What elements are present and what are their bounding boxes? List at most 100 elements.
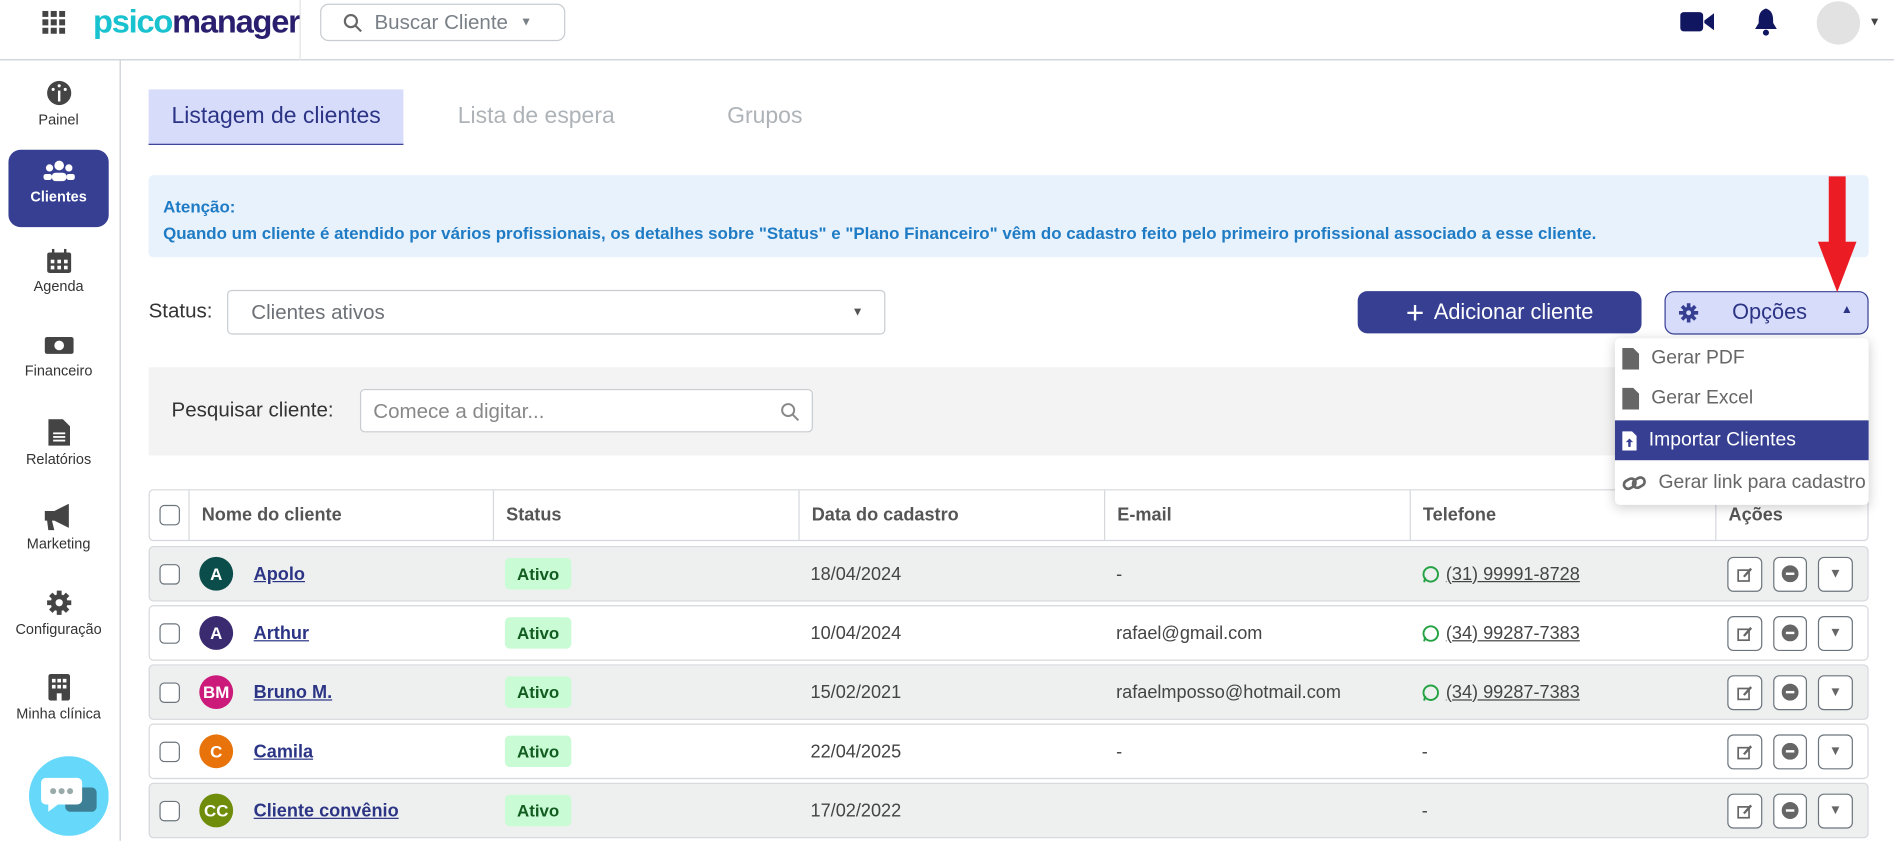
link-icon: [1622, 475, 1646, 490]
deactivate-button[interactable]: [1773, 792, 1808, 829]
table-row: CC Cliente convênio Ativo 17/02/2022 - ▼: [148, 782, 1869, 839]
sidebar-item-clientes[interactable]: Clientes: [8, 149, 109, 228]
header-nome[interactable]: Nome do cliente: [188, 490, 342, 540]
logo[interactable]: psicomanager: [93, 4, 301, 41]
phone: -: [1421, 741, 1428, 762]
registration-date: 15/02/2021: [810, 681, 902, 703]
search-icon: [781, 403, 800, 422]
client-avatar: BM: [199, 675, 234, 710]
buscar-cliente-search[interactable]: Buscar Cliente ▼: [320, 3, 566, 42]
whatsapp-icon[interactable]: [1422, 683, 1440, 701]
caret-down-icon: ▼: [1828, 684, 1842, 700]
edit-icon: [1737, 626, 1753, 641]
edit-button[interactable]: [1727, 792, 1763, 829]
client-avatar: C: [199, 734, 234, 769]
menu-item-importar-clientes[interactable]: Importar Clientes: [1614, 420, 1869, 461]
avatar[interactable]: [1816, 1, 1861, 45]
deactivate-button[interactable]: [1773, 733, 1808, 769]
search-client-input[interactable]: Comece a digitar...: [359, 388, 813, 433]
email: -: [1116, 563, 1123, 585]
sidebar-item-relatorios[interactable]: Relatórios: [8, 409, 108, 486]
tab-listagem-de-clientes[interactable]: Listagem de clientes: [148, 89, 404, 145]
options-button[interactable]: Opções ▲: [1664, 291, 1869, 335]
megaphone-icon: [44, 503, 69, 531]
tab-lista-de-espera[interactable]: Lista de espera: [435, 89, 638, 145]
header-data[interactable]: Data do cadastro: [798, 490, 959, 540]
apps-grid-icon[interactable]: [42, 10, 66, 34]
alert-message: Quando um cliente é atendido por vários …: [163, 223, 1597, 243]
deactivate-button[interactable]: [1773, 674, 1808, 710]
row-checkbox[interactable]: [159, 563, 180, 585]
chat-support-icon[interactable]: [28, 756, 109, 836]
dashboard-icon: [46, 80, 71, 106]
caret-down-icon: ▼: [1828, 744, 1842, 759]
phone[interactable]: (34) 99287-7383: [1446, 682, 1580, 703]
registration-date: 18/04/2024: [810, 563, 902, 585]
deactivate-button[interactable]: [1773, 615, 1808, 651]
sidebar-item-configuracao[interactable]: Configuração: [8, 580, 108, 657]
bell-icon[interactable]: [1753, 7, 1780, 36]
client-name-link[interactable]: Camila: [254, 741, 313, 762]
edit-button[interactable]: [1727, 733, 1763, 769]
gear-icon: [1678, 303, 1699, 323]
client-name-link[interactable]: Cliente convênio: [254, 800, 399, 821]
menu-item-gerar-link[interactable]: Gerar link para cadastro: [1615, 463, 1869, 503]
caret-down-icon: ▼: [851, 305, 864, 319]
file-report-icon: [47, 419, 70, 446]
phone[interactable]: (34) 99287-7383: [1446, 623, 1580, 644]
table-row: C Camila Ativo 22/04/2025 - - ▼: [148, 723, 1869, 780]
plus-icon: +: [1405, 294, 1425, 331]
header-telefone[interactable]: Telefone: [1409, 490, 1496, 540]
caret-down-icon[interactable]: ▼: [1869, 16, 1881, 29]
sidebar-item-financeiro[interactable]: Financeiro: [8, 324, 108, 401]
more-actions-button[interactable]: ▼: [1817, 792, 1853, 829]
header-email[interactable]: E-mail: [1104, 490, 1172, 540]
sidebar-item-agenda[interactable]: Agenda: [8, 239, 108, 316]
csv-file-icon: [1622, 387, 1640, 409]
sidebar-item-painel[interactable]: Painel: [8, 70, 108, 147]
video-icon[interactable]: [1680, 10, 1715, 34]
edit-button[interactable]: [1727, 556, 1763, 592]
row-checkbox[interactable]: [159, 800, 180, 821]
status-badge: Ativo: [504, 558, 572, 590]
sidebar-item-minha-clinica[interactable]: Minha clínica: [8, 664, 108, 741]
table-header: Nome do cliente Status Data do cadastro …: [148, 489, 1869, 542]
more-actions-button[interactable]: ▼: [1817, 674, 1853, 710]
row-checkbox[interactable]: [159, 741, 180, 762]
attention-alert: Atenção: Quando um cliente é atendido por…: [148, 175, 1869, 258]
status-badge: Ativo: [504, 794, 572, 827]
whatsapp-icon[interactable]: [1422, 565, 1440, 583]
client-name-link[interactable]: Arthur: [254, 623, 309, 644]
phone[interactable]: (31) 99991-8728: [1446, 563, 1580, 584]
status-select[interactable]: Clientes ativos ▼: [227, 289, 886, 335]
sidebar-item-marketing[interactable]: Marketing: [8, 494, 108, 571]
add-client-button[interactable]: + Adicionar cliente: [1357, 291, 1642, 334]
menu-item-gerar-pdf[interactable]: Gerar PDF: [1615, 338, 1869, 378]
select-all-checkbox[interactable]: [159, 504, 180, 526]
caret-down-icon: ▼: [1828, 566, 1842, 581]
more-actions-button[interactable]: ▼: [1817, 556, 1853, 592]
tab-grupos[interactable]: Grupos: [704, 89, 825, 145]
client-name-link[interactable]: Bruno M.: [254, 682, 333, 703]
table-row: A Arthur Ativo 10/04/2024 rafael@gmail.co…: [148, 605, 1869, 661]
row-checkbox[interactable]: [159, 681, 180, 703]
status-badge: Ativo: [504, 617, 572, 649]
edit-icon: [1737, 803, 1753, 818]
client-name-link[interactable]: Apolo: [254, 563, 305, 584]
header-status[interactable]: Status: [492, 490, 561, 540]
arrow-down-icon: [1817, 241, 1857, 293]
deactivate-button[interactable]: [1773, 556, 1808, 592]
whatsapp-icon[interactable]: [1422, 624, 1440, 642]
edit-icon: [1737, 744, 1753, 759]
alert-title: Atenção:: [163, 196, 236, 217]
edit-button[interactable]: [1727, 615, 1763, 651]
edit-button[interactable]: [1727, 674, 1763, 710]
status-badge: Ativo: [504, 676, 572, 708]
more-actions-button[interactable]: ▼: [1817, 615, 1853, 651]
email: rafaelmposso@hotmail.com: [1116, 681, 1341, 703]
more-actions-button[interactable]: ▼: [1817, 733, 1853, 769]
status-badge: Ativo: [504, 735, 572, 768]
phone: -: [1421, 800, 1428, 821]
row-checkbox[interactable]: [159, 622, 180, 644]
menu-item-gerar-excel[interactable]: Gerar Excel: [1615, 378, 1869, 418]
